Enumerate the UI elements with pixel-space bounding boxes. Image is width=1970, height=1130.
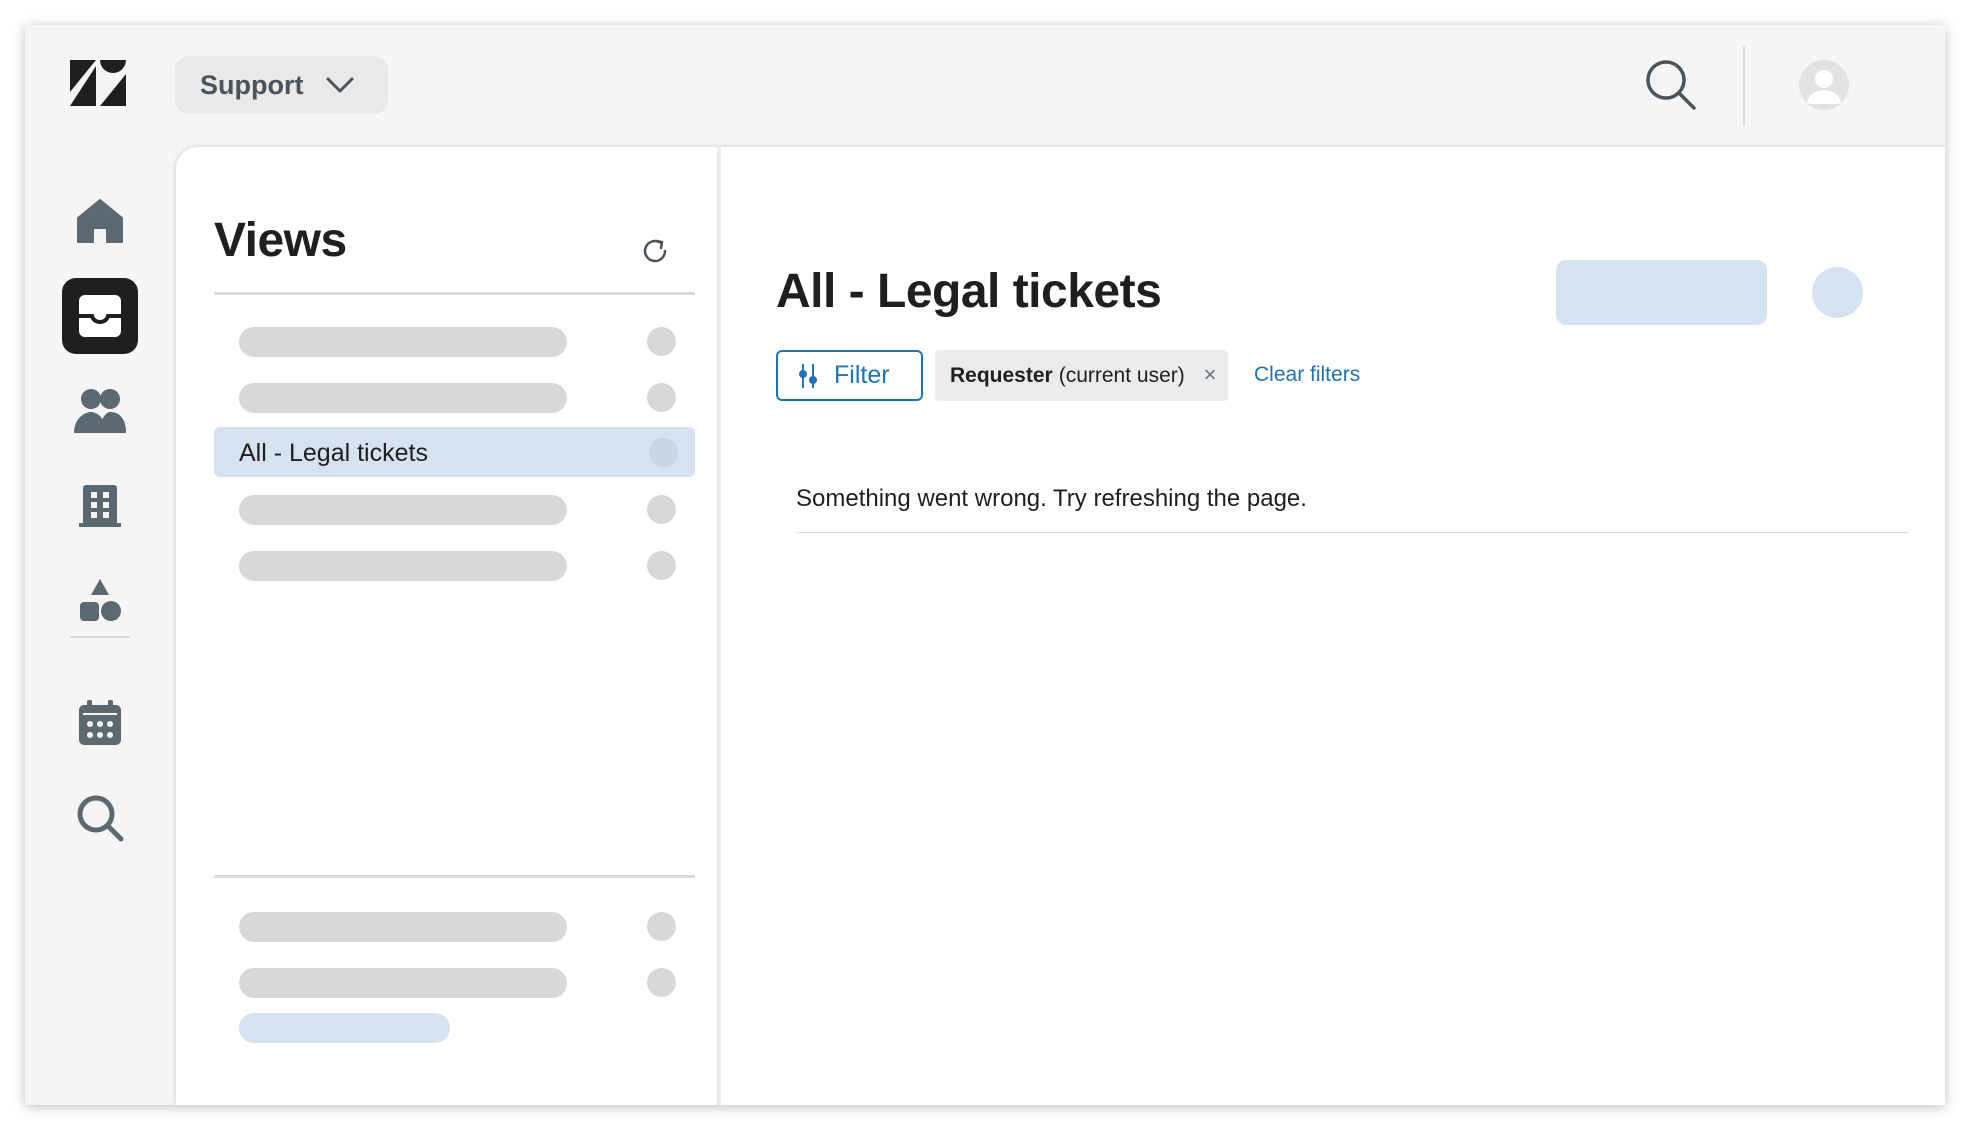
error-message: Something went wrong. Try refreshing the… bbox=[796, 485, 1307, 512]
views-heading: Views bbox=[214, 214, 347, 267]
product-label: Support bbox=[200, 69, 304, 100]
product-switcher[interactable]: Support bbox=[175, 56, 388, 114]
search-icon bbox=[77, 795, 124, 842]
view-item-label: All - Legal tickets bbox=[239, 439, 428, 467]
home-icon bbox=[77, 199, 123, 243]
view-skeleton-bar bbox=[239, 383, 567, 413]
users-icon bbox=[74, 389, 126, 433]
nav-views[interactable] bbox=[62, 278, 138, 354]
filter-chip[interactable]: Requester (current user) × bbox=[935, 350, 1228, 401]
nav-search[interactable] bbox=[62, 780, 138, 856]
view-skeleton-count bbox=[647, 968, 676, 997]
skeleton-button bbox=[1556, 260, 1767, 325]
view-skeleton-bar bbox=[239, 495, 567, 525]
avatar-icon bbox=[1807, 70, 1841, 104]
view-skeleton-count bbox=[647, 912, 676, 941]
sliders-icon bbox=[799, 363, 817, 388]
view-skeleton-bar bbox=[239, 912, 567, 942]
clear-filters-link[interactable]: Clear filters bbox=[1254, 363, 1360, 387]
nav-calendar[interactable] bbox=[62, 685, 138, 761]
header-divider bbox=[1743, 46, 1745, 126]
view-item-active[interactable]: All - Legal tickets bbox=[214, 427, 695, 477]
view-item-count bbox=[649, 438, 678, 467]
filter-label: Filter bbox=[834, 361, 890, 389]
view-skeleton-bar bbox=[239, 551, 567, 581]
skeleton-circle bbox=[1812, 267, 1863, 318]
search-icon[interactable] bbox=[1642, 56, 1700, 114]
top-bar: Support bbox=[25, 25, 1945, 147]
views-divider bbox=[214, 292, 695, 295]
filter-chip-field: Requester bbox=[950, 363, 1053, 387]
avatar[interactable] bbox=[1799, 60, 1849, 110]
nav-customers[interactable] bbox=[62, 373, 138, 449]
view-skeleton-link bbox=[239, 1013, 450, 1043]
view-skeleton-bar bbox=[239, 968, 567, 998]
filter-chip-value: (current user) bbox=[1058, 363, 1185, 387]
building-icon bbox=[79, 485, 121, 527]
shapes-icon bbox=[80, 579, 121, 621]
nav-home[interactable] bbox=[62, 183, 138, 259]
chevron-down-icon bbox=[326, 77, 354, 93]
nav-organizations[interactable] bbox=[62, 468, 138, 544]
nav-separator bbox=[70, 636, 130, 638]
views-divider-bottom bbox=[214, 875, 695, 878]
view-skeleton-bar bbox=[239, 327, 567, 357]
zendesk-logo[interactable] bbox=[70, 60, 126, 106]
nav-admin[interactable] bbox=[62, 563, 138, 639]
page-title: All - Legal tickets bbox=[776, 265, 1162, 318]
view-skeleton-count bbox=[647, 383, 676, 412]
app-window: Support Views All - Legal tickets All - … bbox=[25, 25, 1945, 1105]
refresh-icon[interactable] bbox=[639, 235, 671, 267]
inbox-icon bbox=[79, 295, 121, 337]
calendar-icon bbox=[79, 700, 121, 745]
close-icon[interactable]: × bbox=[1201, 364, 1219, 386]
view-skeleton-count bbox=[647, 327, 676, 356]
view-skeleton-count bbox=[647, 495, 676, 524]
views-panel: Views All - Legal tickets bbox=[176, 147, 721, 1105]
error-divider bbox=[796, 532, 1909, 533]
view-skeleton-count bbox=[647, 551, 676, 580]
filter-button[interactable]: Filter bbox=[776, 350, 923, 401]
main-area: Views All - Legal tickets All - Legal ti… bbox=[176, 147, 1945, 1105]
